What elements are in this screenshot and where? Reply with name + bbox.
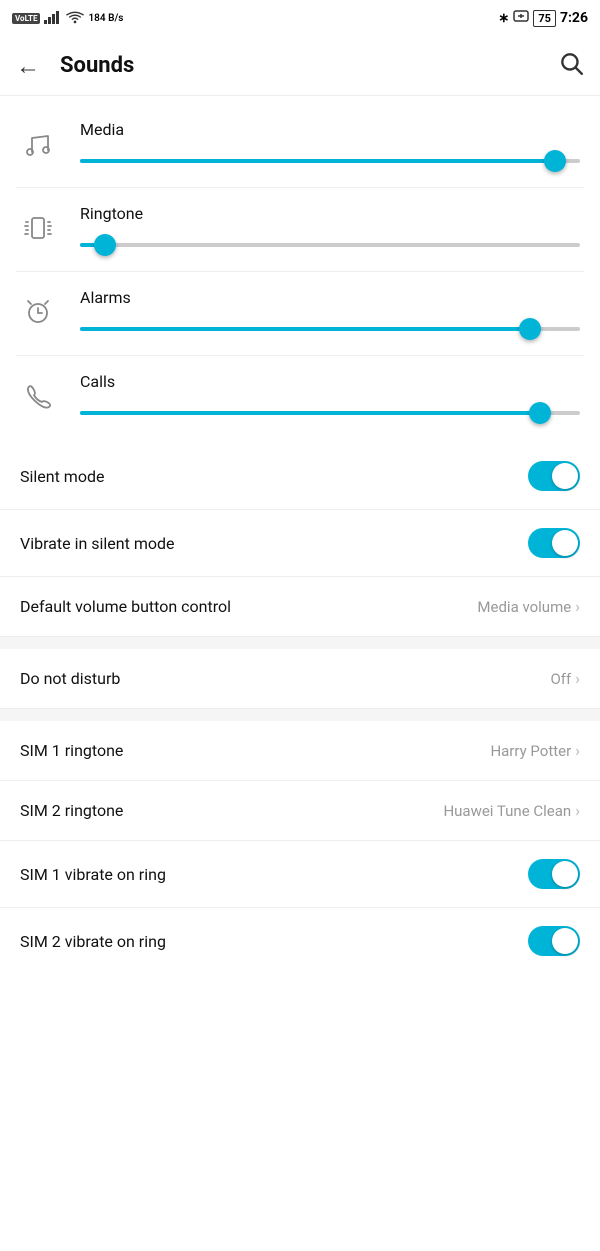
section-gap-1 (0, 637, 600, 649)
vibrate-silent-knob (552, 530, 578, 556)
volume-button-control-row[interactable]: Default volume button control Media volu… (0, 577, 600, 637)
bluetooth-icon: ∗ (498, 11, 509, 26)
status-bar: VoLTE 184 B/s ∗ (0, 0, 600, 36)
do-not-disturb-row[interactable]: Do not disturb Off › (0, 649, 600, 709)
alarms-label: Alarms (80, 288, 580, 307)
sim1-ringtone-value: Harry Potter › (490, 741, 580, 760)
vibrate-silent-label: Vibrate in silent mode (20, 534, 174, 553)
sim1-ringtone-row[interactable]: SIM 1 ringtone Harry Potter › (0, 721, 600, 781)
page-title: Sounds (60, 53, 558, 78)
sim1-ringtone-chevron: › (575, 741, 580, 760)
volume-button-control-value: Media volume › (477, 597, 580, 616)
phone-icon (16, 374, 60, 418)
data-speed: 184 B/s (88, 13, 123, 24)
section-gap-2 (0, 709, 600, 721)
silent-mode-knob (552, 463, 578, 489)
silent-mode-row[interactable]: Silent mode (0, 443, 600, 510)
content: Media (0, 96, 600, 974)
sim2-vibrate-knob (552, 928, 578, 954)
sim1-vibrate-toggle[interactable] (528, 859, 580, 889)
back-button[interactable]: ← (16, 54, 40, 78)
vibrate-icon (16, 206, 60, 250)
sim1-vibrate-knob (552, 861, 578, 887)
music-icon (16, 122, 60, 166)
wifi-icon (66, 10, 84, 27)
calls-label: Calls (80, 372, 580, 391)
do-not-disturb-value: Off › (550, 669, 580, 688)
sim2-ringtone-value: Huawei Tune Clean › (443, 801, 580, 820)
alarms-slider-container[interactable] (80, 319, 580, 339)
silent-mode-toggle[interactable] (528, 461, 580, 491)
status-right: ∗ 75 7:26 (498, 9, 588, 27)
alarms-volume-controls: Alarms (80, 288, 580, 339)
calls-slider-container[interactable] (80, 403, 580, 423)
ringtone-slider-container[interactable] (80, 235, 580, 255)
sim1-vibrate-label: SIM 1 vibrate on ring (20, 865, 166, 884)
media-volume-item: Media (0, 104, 600, 187)
do-not-disturb-label: Do not disturb (20, 669, 120, 688)
sim2-vibrate-row[interactable]: SIM 2 vibrate on ring (0, 908, 600, 974)
search-button[interactable] (558, 50, 584, 82)
media-slider-container[interactable] (80, 151, 580, 171)
battery-icon: 75 (533, 10, 556, 27)
alarm-icon (16, 290, 60, 334)
sim1-ringtone-label: SIM 1 ringtone (20, 741, 123, 760)
do-not-disturb-chevron: › (575, 669, 580, 688)
silent-mode-label: Silent mode (20, 467, 104, 486)
volume-button-chevron: › (575, 597, 580, 616)
nfc-icon (513, 9, 529, 27)
sim2-ringtone-row[interactable]: SIM 2 ringtone Huawei Tune Clean › (0, 781, 600, 841)
status-left: VoLTE 184 B/s (12, 10, 123, 27)
media-volume-controls: Media (80, 120, 580, 171)
alarms-volume-item: Alarms (0, 272, 600, 355)
calls-volume-item: Calls (0, 356, 600, 439)
toggle-section: Silent mode Vibrate in silent mode Defau… (0, 443, 600, 637)
vibrate-silent-toggle[interactable] (528, 528, 580, 558)
volte-badge: VoLTE (12, 13, 40, 24)
sim2-ringtone-label: SIM 2 ringtone (20, 801, 123, 820)
toolbar: ← Sounds (0, 36, 600, 96)
sim2-vibrate-label: SIM 2 vibrate on ring (20, 932, 166, 951)
sim1-vibrate-row[interactable]: SIM 1 vibrate on ring (0, 841, 600, 908)
sim2-ringtone-chevron: › (575, 801, 580, 820)
ringtone-volume-item: Ringtone (0, 188, 600, 271)
volume-section: Media (0, 96, 600, 443)
signal-bars (44, 10, 62, 27)
ringtone-volume-controls: Ringtone (80, 204, 580, 255)
calls-volume-controls: Calls (80, 372, 580, 423)
clock: 7:26 (560, 10, 588, 26)
ringtone-label: Ringtone (80, 204, 580, 223)
media-label: Media (80, 120, 580, 139)
volume-button-control-label: Default volume button control (20, 597, 231, 616)
sim2-vibrate-toggle[interactable] (528, 926, 580, 956)
vibrate-silent-row[interactable]: Vibrate in silent mode (0, 510, 600, 577)
